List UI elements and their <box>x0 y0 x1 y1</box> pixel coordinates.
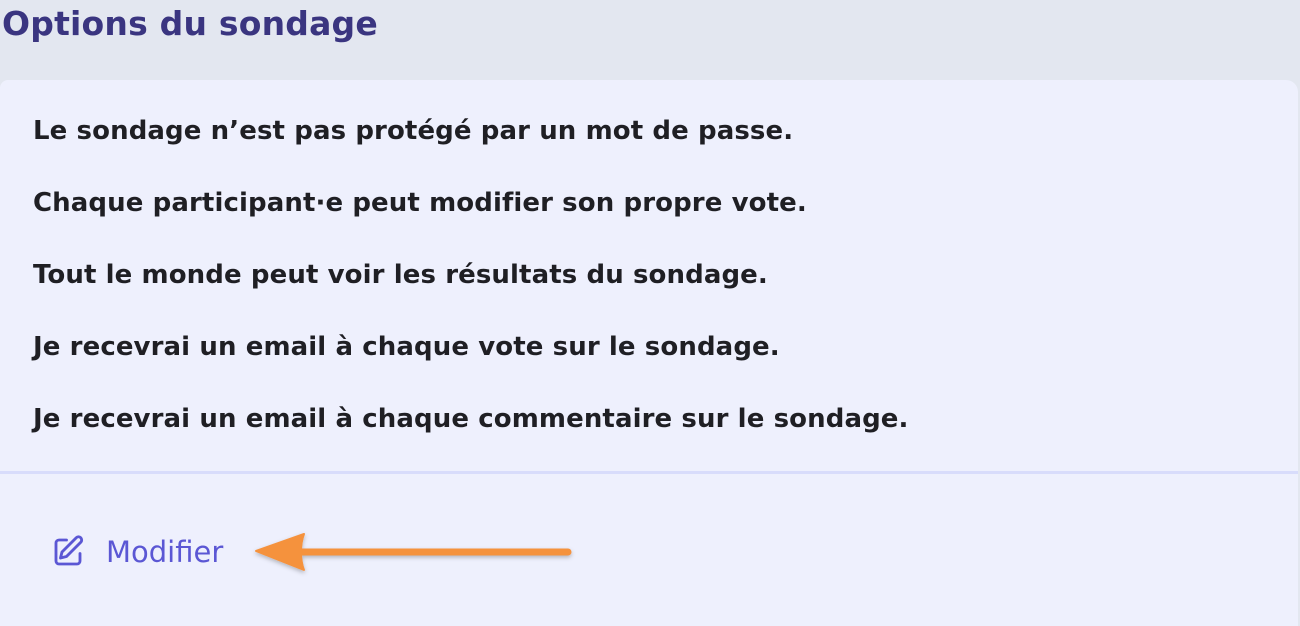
divider <box>0 471 1298 474</box>
edit-icon <box>50 534 86 570</box>
section-title: Options du sondage <box>2 4 378 43</box>
option-password: Le sondage n’est pas protégé par un mot … <box>33 116 794 146</box>
modify-button[interactable]: Modifier <box>50 528 229 576</box>
annotation-arrow <box>255 533 572 571</box>
option-edit-vote: Chaque participant·e peut modifier son p… <box>33 188 807 218</box>
modify-label: Modifier <box>106 535 224 569</box>
poll-options-card: Le sondage n’est pas protégé par un mot … <box>0 80 1298 626</box>
option-email-comment: Je recevrai un email à chaque commentair… <box>33 404 909 434</box>
option-email-vote: Je recevrai un email à chaque vote sur l… <box>33 332 780 362</box>
option-results-visibility: Tout le monde peut voir les résultats du… <box>33 260 768 290</box>
options-list: Le sondage n’est pas protégé par un mot … <box>33 113 909 437</box>
